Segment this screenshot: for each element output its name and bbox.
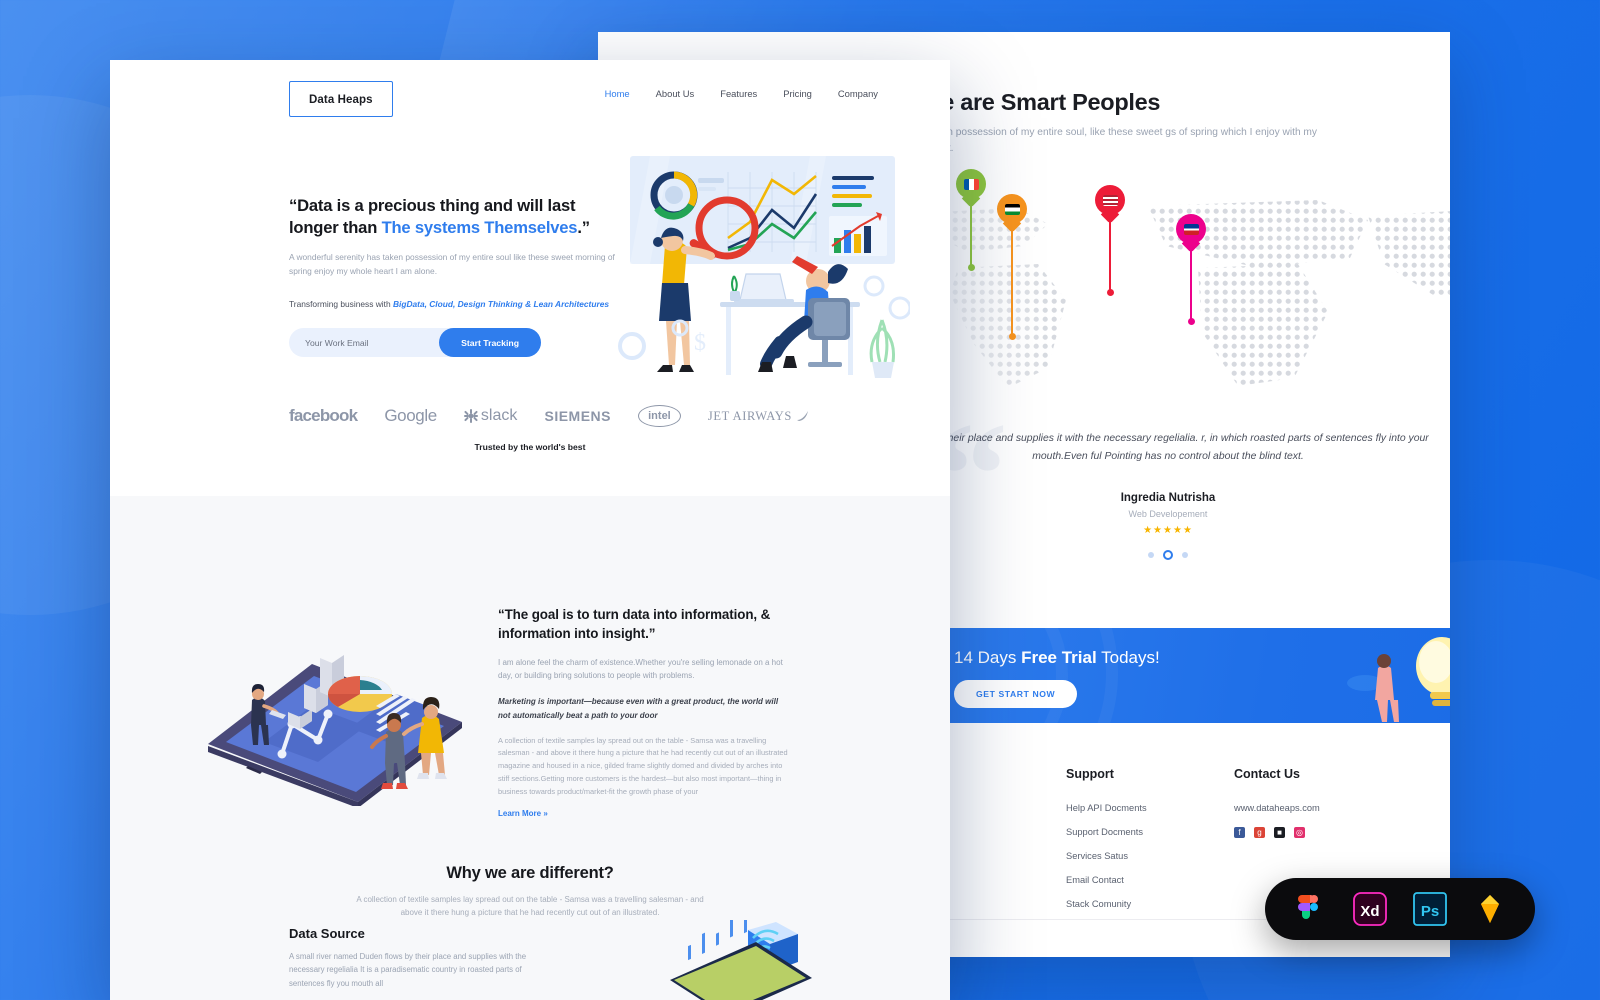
- brand-logo-slack-text: slack: [480, 407, 518, 424]
- brand-logo-jet-airways: JET AIRWAYS: [708, 409, 809, 424]
- why-different-heading: Why we are different?: [446, 864, 614, 882]
- goal-text-block: “The goal is to turn data into informati…: [498, 606, 788, 818]
- flag-france: [963, 178, 979, 190]
- map-pin-cape-verde[interactable]: [1176, 214, 1206, 325]
- footer-link-help-api[interactable]: Help API Docments: [1066, 803, 1234, 813]
- pagination-dot-3[interactable]: [1182, 551, 1188, 558]
- hero-text-block: “Data is a precious thing and will last …: [289, 195, 619, 358]
- instagram-icon[interactable]: ◎: [1294, 827, 1305, 838]
- goal-heading: “The goal is to turn data into informati…: [498, 607, 771, 641]
- hero-heading: “Data is a precious thing and will last …: [289, 195, 619, 239]
- pagination-dot-2-active[interactable]: [1163, 549, 1173, 560]
- front-mockup-panel: Data Heaps Home About Us Features Pricin…: [110, 60, 950, 1000]
- work-email-input[interactable]: [289, 337, 440, 348]
- svg-text:$: $: [694, 330, 706, 356]
- data-source-paragraph: A small river named Duden flows by their…: [289, 952, 527, 988]
- testimonial-role: Web Developement: [1128, 508, 1208, 519]
- hero-paragraph: A wonderful serenity has taken possessio…: [289, 251, 615, 276]
- brand-logo-slack: slack: [463, 407, 518, 425]
- goal-paragraph-3: A collection of textile samples lay spre…: [498, 735, 788, 796]
- why-different-block: Why we are different? A collection of te…: [110, 864, 950, 919]
- google-plus-icon[interactable]: g: [1254, 827, 1265, 838]
- nav-item-home[interactable]: Home: [605, 88, 630, 99]
- map-pin-france[interactable]: [956, 169, 986, 271]
- footer-link-services-status[interactable]: Services Satus: [1066, 851, 1234, 861]
- hero-tagline: Transforming business with BigData, Clou…: [289, 298, 619, 312]
- trial-bold: Free Trial: [1021, 648, 1097, 667]
- sketch-icon[interactable]: [1473, 892, 1507, 926]
- smart-people-paragraph: ty has taken possession of my entire sou…: [898, 127, 1318, 154]
- nav-item-about-us[interactable]: About Us: [656, 88, 695, 99]
- slack-icon: [463, 409, 478, 423]
- brand-logo-siemens: SIEMENS: [544, 408, 611, 424]
- svg-text:Ps: Ps: [1421, 903, 1439, 920]
- hero-heading-part2: .”: [577, 217, 590, 237]
- footer-column-support: Support Help API Docments Support Docmen…: [1066, 767, 1234, 923]
- smart-people-heading: there are Smart Peoples: [898, 89, 1161, 115]
- main-navigation[interactable]: Home About Us Features Pricing Company: [605, 88, 878, 99]
- smart-people-section: there are Smart Peoples ty has taken pos…: [898, 89, 1418, 157]
- figma-icon[interactable]: [1293, 892, 1327, 926]
- trial-prefix: 14 Days: [954, 648, 1022, 667]
- footer-heading-support: Support: [1066, 767, 1114, 781]
- nav-item-company[interactable]: Company: [838, 88, 878, 99]
- logo[interactable]: Data Heaps: [289, 81, 393, 117]
- hero-heading-highlight: The systems Themselves: [381, 217, 578, 237]
- free-trial-banner: 14 Days Free Trial Todays! GET START NOW: [898, 628, 1450, 723]
- footer-link-stack-comunity[interactable]: Stack Comunity: [1066, 899, 1234, 909]
- footer-link-support-docments[interactable]: Support Docments: [1066, 827, 1234, 837]
- hero-tagline-highlight: BigData, Cloud, Design Thinking & Lean A…: [392, 298, 610, 309]
- rating-stars: ★★★★★: [1143, 524, 1193, 536]
- data-source-heading: Data Source: [289, 926, 365, 941]
- logo-text: Data Heaps: [309, 94, 373, 106]
- adobe-xd-icon[interactable]: Xd: [1353, 892, 1387, 926]
- facebook-icon[interactable]: f: [1234, 827, 1245, 838]
- hero-tagline-prefix: Transforming business with: [289, 298, 393, 309]
- testimonial-author: Ingredia Nutrisha: [1120, 491, 1216, 504]
- trial-suffix: Todays!: [1096, 648, 1160, 667]
- brand-logo-intel: intel: [638, 405, 681, 427]
- start-tracking-button[interactable]: Start Tracking: [439, 328, 541, 358]
- flag-south-sudan: [1004, 203, 1020, 215]
- goal-paragraph-2: Marketing is important—because even with…: [498, 697, 779, 720]
- isometric-monitor-wifi-illustration: [670, 920, 812, 1000]
- flag-united-states: [1102, 194, 1118, 206]
- why-different-paragraph: A collection of textile samples lay spre…: [356, 895, 704, 917]
- footer-link-email-contact[interactable]: Email Contact: [1066, 875, 1234, 885]
- flag-cape-verde: [1183, 223, 1199, 235]
- trial-banner-text: 14 Days Free Trial Todays!: [954, 648, 1160, 668]
- get-start-now-button[interactable]: GET START NOW: [954, 680, 1078, 708]
- jet-airways-tail-icon: [796, 410, 808, 421]
- nav-item-pricing[interactable]: Pricing: [783, 88, 812, 99]
- data-analysis-illustration: $: [618, 156, 910, 378]
- client-logo-strip: facebook Google slack SIEMENS intel JET …: [289, 405, 809, 427]
- social-links[interactable]: f g ■ ◎: [1234, 827, 1450, 838]
- testimonial-pagination[interactable]: [898, 549, 1438, 560]
- dotted-world-map: [898, 169, 1450, 407]
- learn-more-link[interactable]: Learn More »: [498, 809, 788, 818]
- brand-logo-jet-airways-text: JET AIRWAYS: [707, 408, 792, 423]
- data-source-block: Data Source A small river named Duden fl…: [289, 926, 529, 990]
- testimonial-block: lows by their place and supplies it with…: [898, 430, 1438, 560]
- testimonial-quote: lows by their place and supplies it with…: [907, 433, 1429, 462]
- footer-website[interactable]: www.dataheaps.com: [1234, 803, 1450, 813]
- svg-text:Xd: Xd: [1360, 903, 1379, 920]
- pagination-dot-1[interactable]: [1148, 551, 1154, 558]
- brand-logo-facebook: facebook: [289, 406, 358, 425]
- map-pin-south-sudan[interactable]: [997, 194, 1027, 340]
- goal-paragraph-1: I am alone feel the charm of existence.W…: [498, 658, 783, 681]
- photoshop-icon[interactable]: Ps: [1413, 892, 1447, 926]
- nav-item-features[interactable]: Features: [720, 88, 757, 99]
- github-icon[interactable]: ■: [1274, 827, 1285, 838]
- email-signup-form[interactable]: Start Tracking: [289, 328, 541, 358]
- map-pin-united-states[interactable]: [1095, 185, 1125, 296]
- brand-logo-google: Google: [384, 406, 437, 425]
- footer-heading-contact: Contact Us: [1234, 767, 1300, 781]
- design-tools-badge: Xd Ps: [1265, 878, 1535, 940]
- trusted-caption: Trusted by the world's best: [474, 442, 586, 452]
- isometric-tablet-dashboard-illustration: [208, 655, 462, 806]
- lightbulb-team-illustration: [1347, 637, 1450, 722]
